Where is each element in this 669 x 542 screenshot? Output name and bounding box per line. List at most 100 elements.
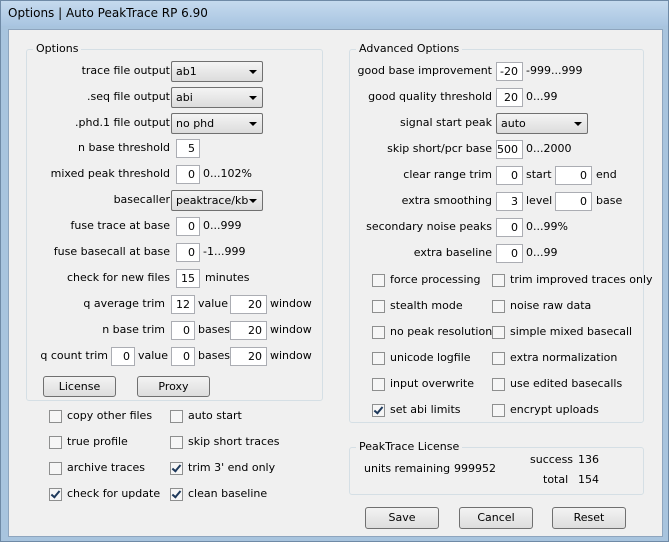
save-button[interactable]: Save <box>365 507 439 529</box>
n-base-trim-window-label: window <box>270 323 312 336</box>
extra-baseline-input[interactable]: 0 <box>496 244 523 263</box>
extra-smoothing-base-input[interactable]: 0 <box>555 192 592 211</box>
checkbox-box[interactable] <box>170 462 183 475</box>
n-base-trim-bases-label: bases <box>198 323 230 336</box>
checkbox-box[interactable] <box>372 326 385 339</box>
good-quality-threshold-input[interactable]: 20 <box>496 88 523 107</box>
secondary-noise-peaks-input[interactable]: 0 <box>496 218 523 237</box>
archive-traces-label: archive traces <box>67 461 145 474</box>
checkbox-box[interactable] <box>372 300 385 313</box>
checkbox-box[interactable] <box>372 404 385 417</box>
good-base-improvement-range: -999...999 <box>526 64 583 77</box>
checkbox-box[interactable] <box>492 326 505 339</box>
checkbox-box[interactable] <box>49 436 62 449</box>
fuse-basecall-input[interactable]: 0 <box>176 243 200 262</box>
clean-baseline-label: clean baseline <box>188 487 268 500</box>
set-abi-limits-label: set abi limits <box>390 403 461 416</box>
unicode-logfile-label: unicode logfile <box>390 351 471 364</box>
q-average-trim-window-input[interactable]: 20 <box>230 295 267 314</box>
good-base-improvement-input[interactable]: -20 <box>496 62 523 81</box>
options-group: Options trace file output ab1 .seq file … <box>26 42 323 401</box>
fuse-basecall-range: -1...999 <box>203 245 246 258</box>
advanced-options-group: Advanced Options good base improvement -… <box>349 42 653 423</box>
n-base-trim-window-input[interactable]: 20 <box>230 321 267 340</box>
n-base-trim-label: n base trim <box>102 323 165 336</box>
checkbox-box[interactable] <box>49 488 62 501</box>
clear-range-trim-end-input[interactable]: 0 <box>555 166 592 185</box>
advanced-options-title: Advanced Options <box>356 42 463 55</box>
fuse-trace-range: 0...999 <box>203 219 242 232</box>
window-title: Options | Auto PeakTrace RP 6.90 <box>8 6 208 20</box>
fuse-trace-input[interactable]: 0 <box>176 217 200 236</box>
chevron-down-icon <box>574 122 582 126</box>
signal-start-peak-select[interactable]: auto <box>496 113 588 134</box>
stealth-mode-label: stealth mode <box>390 299 463 312</box>
skip-short-pcr-label: skip short/pcr base <box>387 142 492 155</box>
checkbox-box[interactable] <box>372 352 385 365</box>
trace-file-output-select[interactable]: ab1 <box>171 61 263 82</box>
proxy-button[interactable]: Proxy <box>137 376 210 397</box>
q-average-trim-window-label: window <box>270 297 312 310</box>
phd-file-output-label: .phd.1 file output <box>75 116 170 129</box>
extra-smoothing-level-input[interactable]: 3 <box>496 192 523 211</box>
copy-other-files-label: copy other files <box>67 409 153 422</box>
trace-file-output-label: trace file output <box>81 64 170 77</box>
checkbox-box[interactable] <box>170 410 183 423</box>
checkbox-box[interactable] <box>492 378 505 391</box>
chevron-down-icon <box>249 96 257 100</box>
force-processing-label: force processing <box>390 273 481 286</box>
q-count-trim-label: q count trim <box>40 349 108 362</box>
reset-button[interactable]: Reset <box>552 507 626 529</box>
n-base-trim-value-input[interactable]: 0 <box>171 321 195 340</box>
checkbox-box[interactable] <box>170 436 183 449</box>
checkbox-box[interactable] <box>49 462 62 475</box>
use-edited-basecalls-label: use edited basecalls <box>510 377 623 390</box>
n-base-threshold-label: n base threshold <box>78 141 170 154</box>
basecaller-select[interactable]: peaktrace/kb <box>171 190 263 211</box>
cancel-button[interactable]: Cancel <box>459 507 533 529</box>
extra-smoothing-level-label: level <box>526 194 553 207</box>
q-average-trim-value-input[interactable]: 12 <box>171 295 195 314</box>
checkbox-box[interactable] <box>372 274 385 287</box>
noise-raw-data-label: noise raw data <box>510 299 592 312</box>
n-base-threshold-input[interactable]: 5 <box>176 139 200 158</box>
skip-short-pcr-input[interactable]: 500 <box>496 140 523 159</box>
chevron-down-icon <box>249 70 257 74</box>
license-group-title: PeakTrace License <box>356 440 463 453</box>
title-bar[interactable]: Options | Auto PeakTrace RP 6.90 <box>1 1 668 26</box>
auto-start-label: auto start <box>188 409 242 422</box>
checkbox-box[interactable] <box>492 300 505 313</box>
basecaller-label: basecaller <box>113 193 170 206</box>
license-button[interactable]: License <box>43 376 116 397</box>
mixed-peak-threshold-input[interactable]: 0 <box>176 165 200 184</box>
extra-normalization-label: extra normalization <box>510 351 618 364</box>
checkbox-box[interactable] <box>49 410 62 423</box>
options-group-title: Options <box>33 42 82 55</box>
clear-range-trim-start-input[interactable]: 0 <box>496 166 523 185</box>
checkbox-box[interactable] <box>492 274 505 287</box>
good-quality-threshold-label: good quality threshold <box>368 90 492 103</box>
units-remaining-value: 999952 <box>454 462 496 475</box>
checkbox-box[interactable] <box>492 352 505 365</box>
phd-file-output-value: no phd <box>176 117 215 130</box>
trace-file-output-value: ab1 <box>176 65 197 78</box>
checkbox-box[interactable] <box>170 488 183 501</box>
seq-file-output-select[interactable]: abi <box>171 87 263 108</box>
mixed-peak-threshold-label: mixed peak threshold <box>50 167 170 180</box>
extra-baseline-range: 0...99 <box>526 246 558 259</box>
check-for-update-label: check for update <box>67 487 161 500</box>
clear-range-trim-end-label: end <box>596 168 617 181</box>
q-count-trim-window-input[interactable]: 20 <box>230 347 267 366</box>
checkbox-box[interactable] <box>492 404 505 417</box>
q-count-trim-bases-input[interactable]: 0 <box>171 347 195 366</box>
input-overwrite-label: input overwrite <box>390 377 474 390</box>
checkbox-box[interactable] <box>372 378 385 391</box>
seq-file-output-label: .seq file output <box>86 90 170 103</box>
check-new-files-input[interactable]: 15 <box>176 269 200 288</box>
phd-file-output-select[interactable]: no phd <box>171 113 263 134</box>
q-count-trim-value-label: value <box>138 349 169 362</box>
q-count-trim-value-input[interactable]: 0 <box>111 347 135 366</box>
good-quality-threshold-range: 0...99 <box>526 90 558 103</box>
chevron-down-icon <box>249 199 257 203</box>
simple-mixed-basecall-label: simple mixed basecall <box>510 325 633 338</box>
